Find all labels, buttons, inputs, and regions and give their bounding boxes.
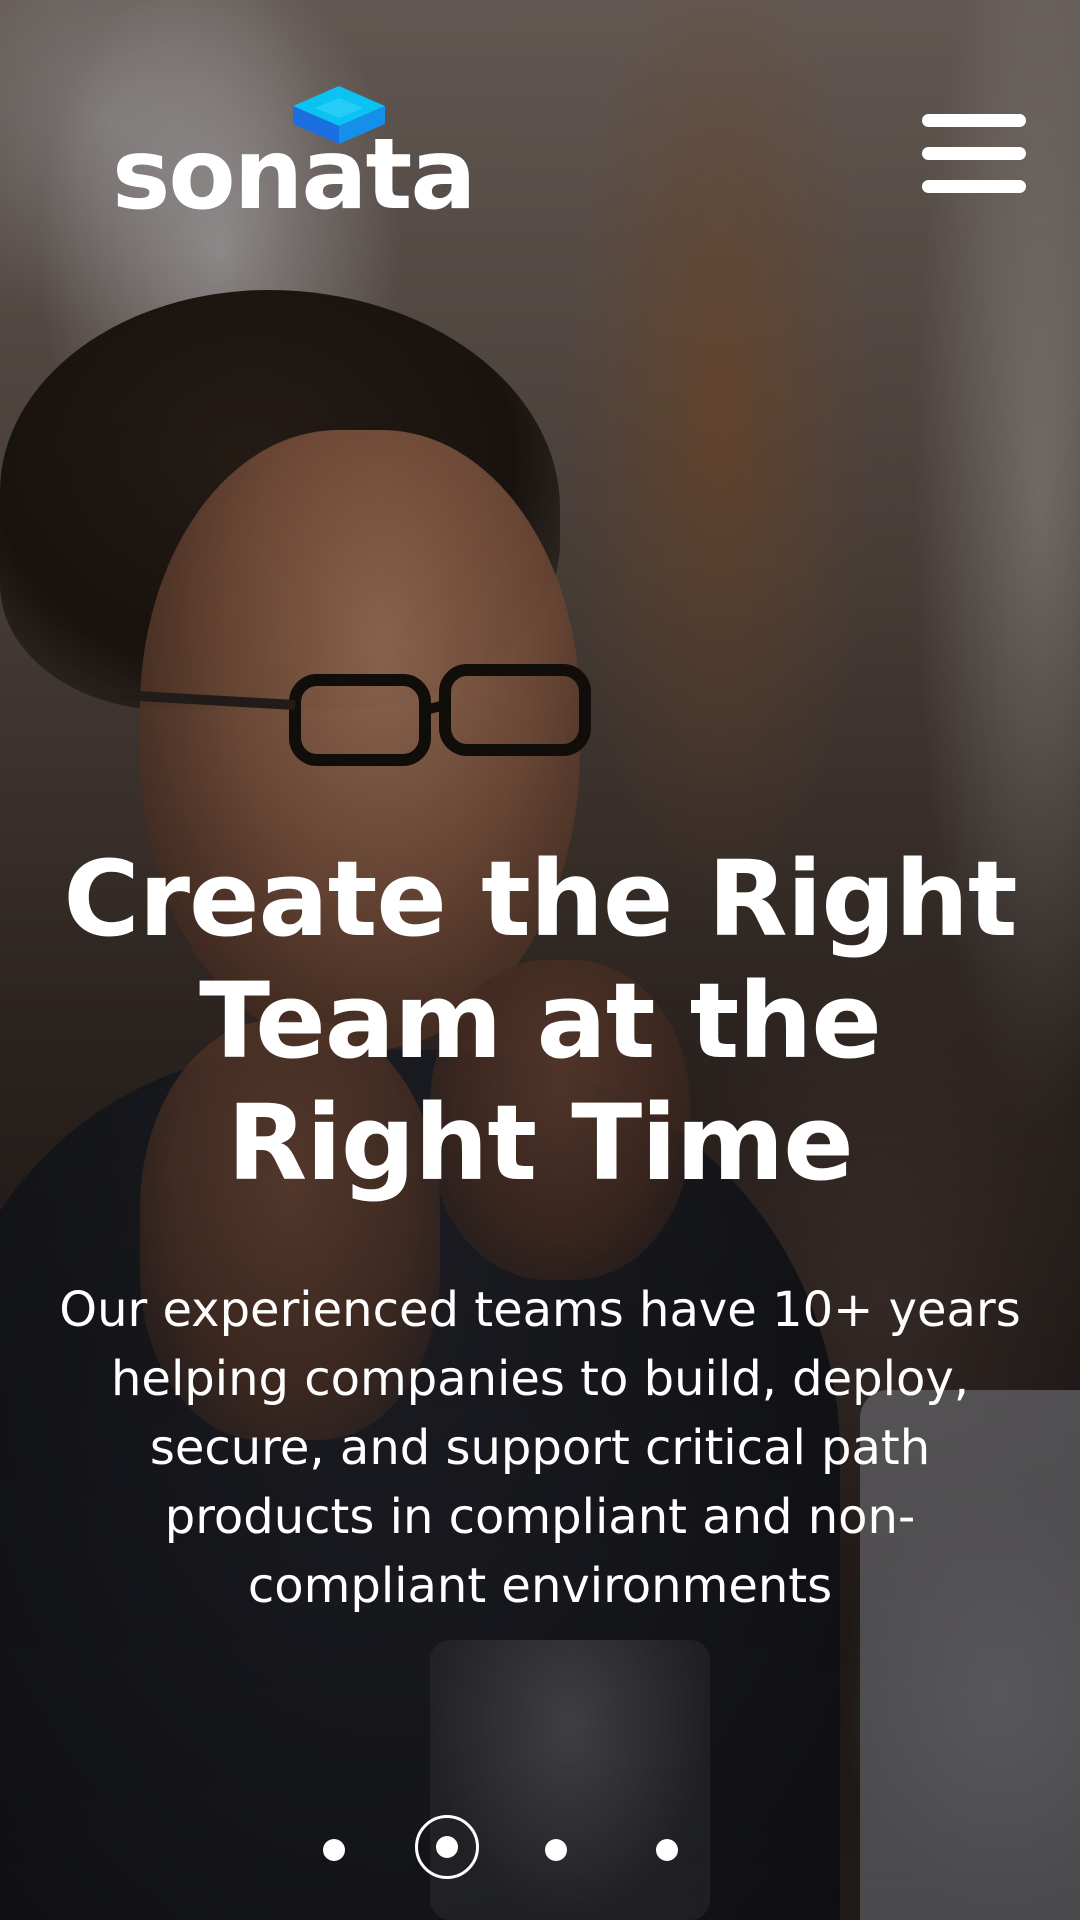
description-line: secure, and support critical path — [149, 1420, 931, 1476]
hamburger-menu-button[interactable] — [918, 110, 1028, 196]
headline-line: Create the Right — [63, 838, 1017, 960]
description-line: Our experienced teams have 10+ years — [59, 1282, 1021, 1338]
carousel-dot-1[interactable] — [323, 1839, 345, 1861]
description-line: helping companies to build, deploy, — [110, 1351, 970, 1407]
logo-wordmark: sonata — [112, 118, 477, 232]
menu-bar-bottom — [922, 180, 1026, 193]
carousel-pagination — [0, 1815, 1080, 1885]
carousel-dot-4[interactable] — [656, 1839, 678, 1861]
menu-bar-top — [922, 114, 1026, 127]
description-line: products in compliant and non- — [164, 1489, 916, 1545]
hero-description: Our experienced teams have 10+ years hel… — [40, 1276, 1040, 1621]
description-line: compliant environments — [247, 1558, 833, 1614]
carousel-dot-3[interactable] — [545, 1839, 567, 1861]
sonata-logo-link[interactable]: sonata — [112, 86, 477, 224]
menu-bar-middle — [922, 147, 1026, 160]
hero-headline: Create the Right Team at the Right Time — [40, 838, 1040, 1204]
carousel-dot-2[interactable] — [415, 1815, 479, 1879]
headline-line: Team at the — [199, 960, 882, 1082]
headline-line: Right Time — [227, 1082, 854, 1204]
